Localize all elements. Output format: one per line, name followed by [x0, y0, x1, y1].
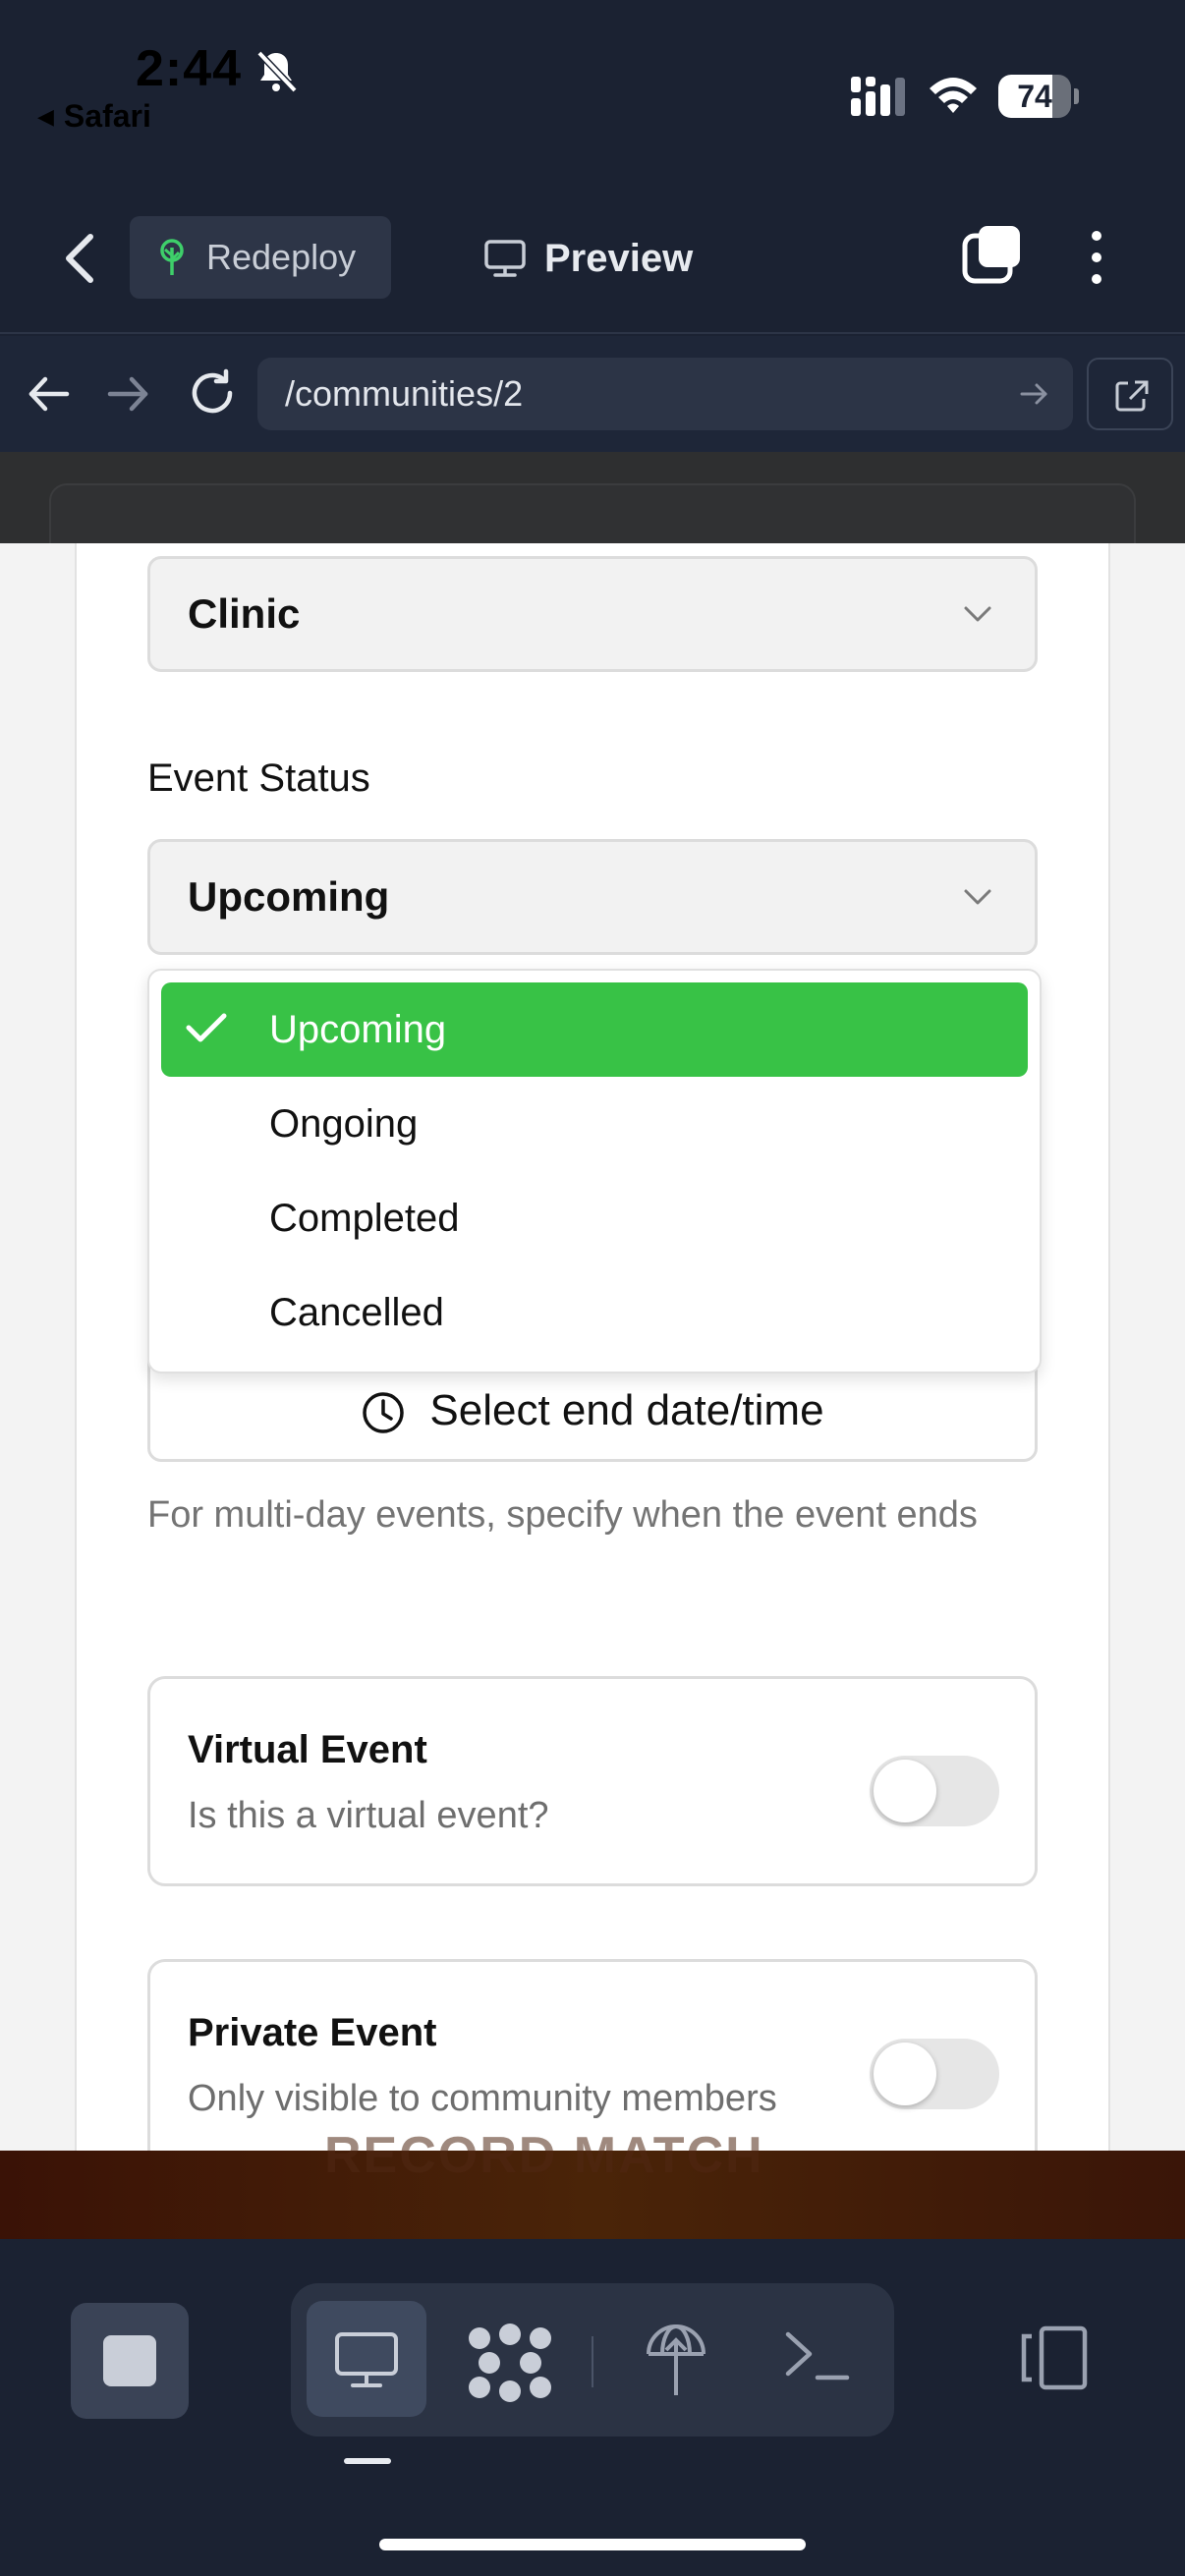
signal-icon	[851, 77, 905, 116]
active-tab-indicator	[344, 2458, 391, 2464]
stop-icon	[103, 2335, 156, 2386]
virtual-event-subtitle: Is this a virtual event?	[188, 1795, 549, 1836]
external-link-icon	[1115, 380, 1149, 412]
arrow-left-icon[interactable]	[24, 371, 73, 417]
bell-off-icon	[256, 50, 298, 93]
back-to-safari[interactable]: ◀ Safari	[37, 98, 151, 135]
stop-button[interactable]	[71, 2303, 189, 2419]
virtual-event-card: Virtual Event Is this a virtual event?	[147, 1676, 1038, 1886]
desktop-mode-button[interactable]	[307, 2301, 426, 2417]
end-date-label: Select end date/time	[429, 1386, 824, 1434]
terminal-icon[interactable]	[782, 2324, 853, 2387]
arrow-right-icon[interactable]	[104, 371, 153, 417]
monitor-icon	[484, 240, 526, 277]
status-option-label: Completed	[269, 1196, 460, 1240]
battery-indicator: 74	[998, 75, 1079, 118]
event-status-dropdown: Upcoming Ongoing Completed Cancelled	[147, 969, 1042, 1373]
panel-icon[interactable]	[1016, 2323, 1091, 2393]
chevron-left-icon[interactable]	[57, 229, 104, 288]
back-triangle-icon: ◀	[37, 103, 54, 129]
virtual-event-title: Virtual Event	[188, 1728, 427, 1771]
event-status-value: Upcoming	[188, 873, 390, 920]
event-status-select[interactable]: Upcoming	[147, 839, 1038, 955]
private-event-title: Private Event	[188, 2011, 437, 2054]
check-icon	[186, 1013, 227, 1042]
category-value: Clinic	[188, 590, 301, 637]
home-indicator[interactable]	[379, 2539, 806, 2550]
status-option-cancelled[interactable]: Cancelled	[161, 1265, 1028, 1360]
private-event-toggle[interactable]	[870, 2039, 999, 2109]
toolbar-divider	[592, 2336, 593, 2387]
record-match-label: RECORD MATCH	[324, 2127, 764, 2184]
status-option-label: Upcoming	[269, 1007, 447, 1051]
open-external-button[interactable]	[1087, 358, 1173, 430]
tabs-icon[interactable]	[961, 224, 1024, 287]
status-option-ongoing[interactable]: Ongoing	[161, 1077, 1028, 1171]
chevron-down-icon	[964, 606, 991, 622]
more-vertical-icon[interactable]	[1081, 226, 1112, 289]
status-option-label: Ongoing	[269, 1101, 419, 1146]
reload-icon[interactable]	[187, 367, 238, 419]
chevron-down-icon	[964, 889, 991, 905]
wifi-icon	[930, 78, 977, 113]
clock-icon	[363, 1392, 405, 1433]
grid-icon[interactable]	[464, 2323, 556, 2403]
monitor-icon	[335, 2332, 398, 2387]
event-status-label: Event Status	[147, 756, 370, 800]
redeploy-label: Redeploy	[206, 237, 357, 277]
battery-percent: 74	[1017, 79, 1052, 114]
private-event-subtitle: Only visible to community members	[188, 2078, 777, 2119]
url-input[interactable]: /communities/2	[257, 358, 1073, 430]
globe-icon[interactable]	[641, 2321, 711, 2399]
category-select[interactable]: Clinic	[147, 556, 1038, 672]
status-time: 2:44	[136, 40, 243, 97]
go-arrow-icon[interactable]	[1018, 377, 1051, 411]
status-option-completed[interactable]: Completed	[161, 1171, 1028, 1265]
virtual-event-toggle[interactable]	[870, 1756, 999, 1826]
redeploy-button[interactable]: Redeploy	[130, 216, 391, 299]
back-app-label: Safari	[63, 98, 151, 134]
status-option-upcoming[interactable]: Upcoming	[161, 982, 1028, 1077]
status-option-label: Cancelled	[269, 1290, 444, 1334]
end-date-help-text: For multi-day events, specify when the e…	[147, 1494, 978, 1536]
preview-button[interactable]: Preview	[483, 218, 693, 299]
tree-icon	[160, 239, 184, 275]
preview-label: Preview	[544, 236, 694, 280]
